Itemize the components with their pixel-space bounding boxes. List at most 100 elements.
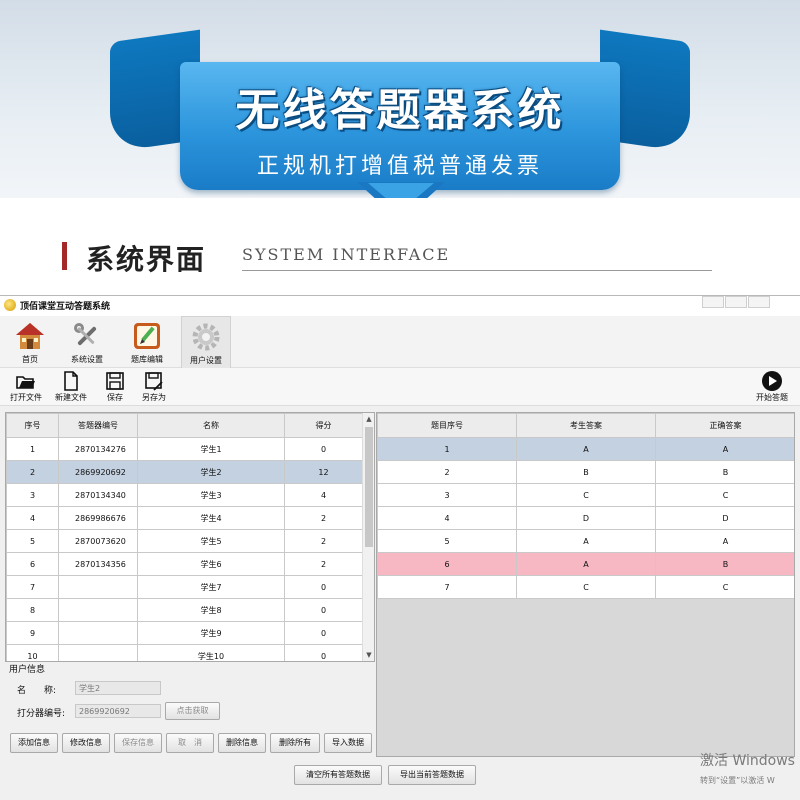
row-student-answer[interactable]: C (516, 575, 656, 599)
row-index[interactable]: 1 (6, 437, 59, 461)
export-answers-button[interactable]: 导出当前答题数据 (388, 765, 476, 785)
row-correct-answer[interactable]: D (655, 506, 794, 530)
row-question-no[interactable]: 1 (377, 437, 517, 461)
col-header-index[interactable]: 序号 (6, 413, 59, 438)
col-header-clicker-id[interactable]: 答题器编号 (58, 413, 138, 438)
row-score[interactable]: 0 (284, 621, 363, 645)
tab-question-bank[interactable]: 题库编辑 (122, 316, 172, 368)
row-name[interactable]: 学生10 (137, 644, 285, 661)
row-clicker-id[interactable] (58, 575, 138, 599)
row-correct-answer[interactable]: A (655, 437, 794, 461)
table-row[interactable]: 4 2869986676 学生4 2 (6, 506, 363, 530)
col-header-question-no[interactable]: 题目序号 (377, 413, 517, 438)
row-index[interactable]: 10 (6, 644, 59, 661)
row-index[interactable]: 4 (6, 506, 59, 530)
close-button[interactable] (748, 296, 770, 308)
row-index[interactable]: 8 (6, 598, 59, 622)
table-row[interactable]: 4DD (377, 506, 794, 530)
row-score[interactable]: 0 (284, 644, 363, 661)
row-student-answer[interactable]: A (516, 552, 656, 576)
row-correct-answer[interactable]: B (655, 552, 794, 576)
row-clicker-id[interactable]: 2870134340 (58, 483, 138, 507)
row-name[interactable]: 学生2 (137, 460, 285, 484)
row-name[interactable]: 学生6 (137, 552, 285, 576)
table-row[interactable]: 1 2870134276 学生1 0 (6, 437, 363, 461)
row-clicker-id[interactable]: 2870073620 (58, 529, 138, 553)
row-clicker-id[interactable] (58, 598, 138, 622)
row-clicker-id[interactable]: 2870134356 (58, 552, 138, 576)
row-clicker-id[interactable]: 2869986676 (58, 506, 138, 530)
table-row[interactable]: 6 2870134356 学生6 2 (6, 552, 363, 576)
row-clicker-id[interactable]: 2869920692 (58, 460, 138, 484)
save-file-button[interactable]: 保存 (104, 370, 126, 403)
row-score[interactable]: 0 (284, 575, 363, 599)
row-correct-answer[interactable]: A (655, 529, 794, 553)
row-student-answer[interactable]: A (516, 529, 656, 553)
cancel-button[interactable]: 取 消 (166, 733, 214, 753)
table-row[interactable]: 6AB (377, 552, 794, 576)
row-student-answer[interactable]: B (516, 460, 656, 484)
row-score[interactable]: 0 (284, 598, 363, 622)
row-name[interactable]: 学生8 (137, 598, 285, 622)
clear-all-answers-button[interactable]: 清空所有答题数据 (294, 765, 382, 785)
table-row[interactable]: 7 学生7 0 (6, 575, 363, 599)
tab-user-settings[interactable]: 用户设置 (181, 316, 231, 368)
row-question-no[interactable]: 3 (377, 483, 517, 507)
row-index[interactable]: 6 (6, 552, 59, 576)
row-index[interactable]: 5 (6, 529, 59, 553)
scroll-up-icon[interactable]: ▲ (365, 415, 373, 423)
delete-info-button[interactable]: 删除信息 (218, 733, 266, 753)
new-file-button[interactable]: 新建文件 (55, 370, 87, 403)
table-row[interactable]: 8 学生8 0 (6, 598, 363, 622)
table-row[interactable]: 7CC (377, 575, 794, 599)
col-header-student-answer[interactable]: 考生答案 (516, 413, 656, 438)
row-name[interactable]: 学生7 (137, 575, 285, 599)
add-info-button[interactable]: 添加信息 (10, 733, 58, 753)
row-index[interactable]: 9 (6, 621, 59, 645)
row-clicker-id[interactable] (58, 644, 138, 661)
row-name[interactable]: 学生1 (137, 437, 285, 461)
table-row[interactable]: 2BB (377, 460, 794, 484)
row-correct-answer[interactable]: B (655, 460, 794, 484)
row-correct-answer[interactable]: C (655, 575, 794, 599)
clicker-id-field[interactable] (75, 704, 161, 718)
row-score[interactable]: 4 (284, 483, 363, 507)
open-file-button[interactable]: 打开文件 (10, 370, 42, 403)
table-row[interactable]: 2 2869920692 学生2 12 (6, 460, 363, 484)
row-score[interactable]: 12 (284, 460, 363, 484)
maximize-button[interactable] (725, 296, 747, 308)
start-answer-button[interactable]: 开始答题 (756, 370, 788, 403)
table-row[interactable]: 10 学生10 0 (6, 644, 363, 661)
row-name[interactable]: 学生5 (137, 529, 285, 553)
row-student-answer[interactable]: D (516, 506, 656, 530)
row-student-answer[interactable]: C (516, 483, 656, 507)
save-as-button[interactable]: 另存为 (142, 370, 166, 403)
row-clicker-id[interactable]: 2870134276 (58, 437, 138, 461)
scroll-thumb[interactable] (365, 427, 373, 547)
student-grid-scrollbar[interactable]: ▲ ▼ (362, 413, 374, 661)
scroll-down-icon[interactable]: ▼ (365, 651, 373, 659)
delete-all-button[interactable]: 删除所有 (270, 733, 320, 753)
save-info-button[interactable]: 保存信息 (114, 733, 162, 753)
col-header-name[interactable]: 名称 (137, 413, 285, 438)
row-question-no[interactable]: 7 (377, 575, 517, 599)
row-index[interactable]: 3 (6, 483, 59, 507)
row-name[interactable]: 学生9 (137, 621, 285, 645)
row-student-answer[interactable]: A (516, 437, 656, 461)
row-name[interactable]: 学生3 (137, 483, 285, 507)
row-question-no[interactable]: 2 (377, 460, 517, 484)
name-field[interactable] (75, 681, 161, 695)
minimize-button[interactable] (702, 296, 724, 308)
row-score[interactable]: 0 (284, 437, 363, 461)
tab-home[interactable]: 首页 (5, 316, 55, 368)
row-clicker-id[interactable] (58, 621, 138, 645)
row-score[interactable]: 2 (284, 506, 363, 530)
row-score[interactable]: 2 (284, 529, 363, 553)
row-index[interactable]: 7 (6, 575, 59, 599)
table-row[interactable]: 1AA (377, 437, 794, 461)
row-correct-answer[interactable]: C (655, 483, 794, 507)
import-data-button[interactable]: 导入数据 (324, 733, 372, 753)
row-question-no[interactable]: 5 (377, 529, 517, 553)
table-row[interactable]: 3 2870134340 学生3 4 (6, 483, 363, 507)
fetch-button[interactable]: 点击获取 (165, 702, 220, 720)
